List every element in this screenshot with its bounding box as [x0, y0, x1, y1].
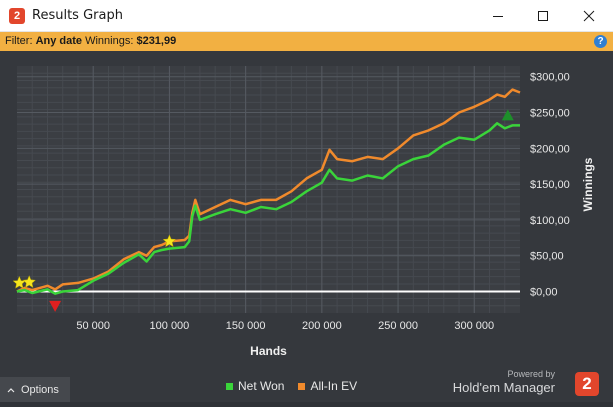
y-tick-label: $300,00 — [530, 72, 570, 84]
legend-label-net-won: Net Won — [238, 379, 285, 393]
powered-by-label: Powered by — [507, 369, 555, 379]
x-tick-label: 150 000 — [226, 320, 266, 332]
winnings-label: Winnings: — [85, 35, 134, 47]
y-axis-label: Winnings — [581, 157, 595, 211]
y-tick-label: $100,00 — [530, 215, 570, 227]
app-logo-icon: 2 — [9, 8, 25, 24]
minimize-button[interactable] — [475, 0, 521, 31]
results-chart[interactable]: 50 000 100 000 150 000 200 000 250 000 300 00… — [0, 51, 613, 402]
maximize-button[interactable] — [520, 0, 566, 31]
x-tick-label: 100 000 — [150, 320, 190, 332]
window-title: Results Graph — [32, 8, 123, 23]
legend-label-all-in-ev: All-In EV — [310, 379, 358, 393]
y-tick-label: $0,00 — [530, 287, 558, 299]
y-tick-label: $200,00 — [530, 143, 570, 155]
close-button[interactable] — [566, 0, 612, 31]
legend-swatch-all-in-ev — [298, 382, 306, 390]
filter-date-value[interactable]: Any date — [36, 35, 82, 47]
winnings-value: $231,99 — [136, 35, 177, 47]
y-tick-label: $50,00 — [530, 251, 564, 263]
close-icon — [583, 10, 595, 21]
chevron-up-icon — [7, 387, 15, 392]
x-tick-label: 50 000 — [76, 320, 110, 332]
legend-item-net-won[interactable]: Net Won — [226, 379, 284, 393]
y-tick-label: $250,00 — [530, 108, 570, 120]
filter-bar[interactable]: Filter: Any date Winnings: $231,99 ? — [0, 32, 613, 51]
help-icon[interactable]: ? — [594, 35, 607, 48]
options-label: Options — [21, 383, 59, 396]
x-tick-label: 300 000 — [454, 320, 494, 332]
graph-panel: 50 000 100 000 150 000 200 000 250 000 300 00… — [0, 51, 613, 402]
y-tick-label: $150,00 — [530, 179, 570, 191]
options-button[interactable]: Options — [0, 377, 70, 402]
x-tick-label: 200 000 — [302, 320, 342, 332]
window-titlebar[interactable]: 2 Results Graph — [0, 0, 613, 32]
chart-legend: Net Won All-In EV — [226, 379, 371, 393]
brand-logo-icon: 2 — [575, 372, 599, 396]
filter-label: Filter: — [5, 35, 33, 47]
x-axis-label: Hands — [250, 344, 287, 358]
maximize-icon — [538, 10, 548, 21]
brand-name: Hold'em Manager — [452, 380, 555, 395]
legend-item-all-in-ev[interactable]: All-In EV — [298, 379, 357, 393]
minimize-icon — [493, 15, 503, 17]
legend-swatch-net-won — [226, 382, 233, 390]
brand-block: Powered by Hold'em Manager 2 — [453, 369, 599, 399]
x-tick-label: 250 000 — [378, 320, 418, 332]
